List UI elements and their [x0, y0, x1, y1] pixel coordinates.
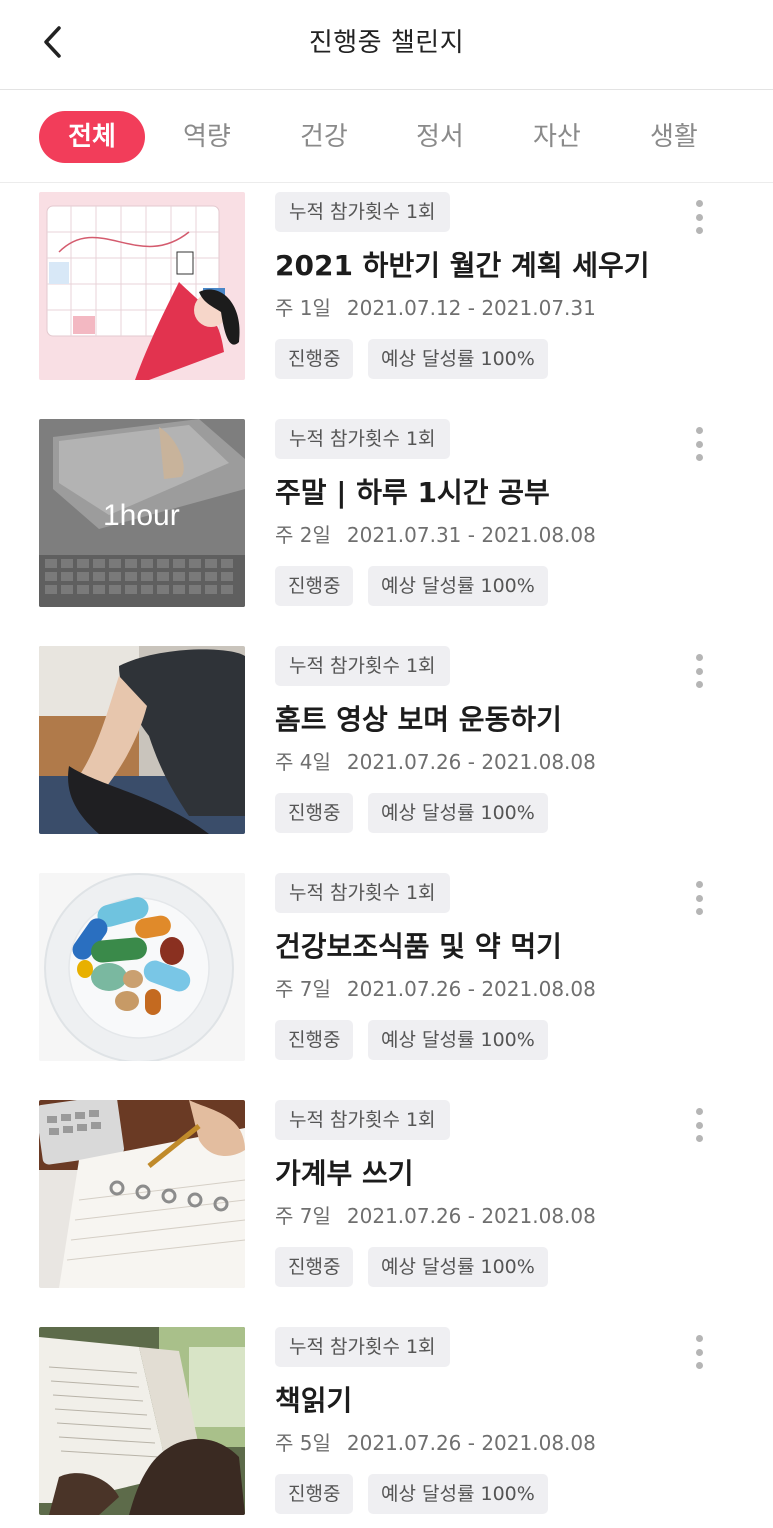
status-badge: 진행중 — [275, 1247, 354, 1287]
category-tabs: 전체 역량 건강 정서 자산 생활 — [0, 91, 773, 183]
achievement-rate-badge: 예상 달성률 100% — [368, 339, 548, 379]
more-vertical-icon — [695, 654, 703, 661]
tab-life[interactable]: 생활 — [650, 111, 698, 163]
tab-health[interactable]: 건강 — [300, 111, 348, 163]
tab-assets[interactable]: 자산 — [533, 111, 581, 163]
challenge-meta: 주 2일 2021.07.31 - 2021.08.08 — [275, 519, 596, 548]
more-vertical-icon — [695, 200, 703, 207]
challenge-frequency: 주 1일 — [275, 296, 331, 320]
participation-count-badge: 누적 참가횟수 1회 — [275, 646, 450, 686]
challenge-thumbnail-ledger — [39, 1100, 245, 1288]
participation-count-badge: 누적 참가횟수 1회 — [275, 1327, 450, 1367]
challenge-title: 책읽기 — [275, 1384, 353, 1417]
challenge-thumbnail-study: 1hour — [39, 419, 245, 607]
achievement-rate-badge: 예상 달성률 100% — [368, 793, 548, 833]
challenge-thumbnail-pills — [39, 873, 245, 1061]
more-options-button[interactable] — [684, 1106, 714, 1144]
challenge-meta: 주 1일 2021.07.12 - 2021.07.31 — [275, 292, 596, 321]
challenge-meta: 주 4일 2021.07.26 - 2021.08.08 — [275, 746, 596, 775]
achievement-rate-badge: 예상 달성률 100% — [368, 1474, 548, 1514]
challenge-thumbnail-calendar — [39, 192, 245, 380]
challenge-frequency: 주 7일 — [275, 1204, 331, 1228]
page-title: 진행중 챌린지 — [308, 28, 465, 58]
challenge-period: 2021.07.26 - 2021.08.08 — [346, 1431, 596, 1455]
more-options-button[interactable] — [684, 198, 714, 236]
status-badge: 진행중 — [275, 793, 354, 833]
challenge-card[interactable]: 누적 참가횟수 1회 가계부 쓰기 주 7일 2021.07.26 - 2021.… — [0, 1092, 773, 1319]
challenge-thumbnail-reading — [39, 1327, 245, 1515]
challenge-period: 2021.07.26 - 2021.08.08 — [346, 1204, 596, 1228]
participation-count-badge: 누적 참가횟수 1회 — [275, 873, 450, 913]
challenge-frequency: 주 7일 — [275, 977, 331, 1001]
challenge-period: 2021.07.26 - 2021.08.08 — [346, 977, 596, 1001]
status-badge: 진행중 — [275, 566, 354, 606]
more-options-button[interactable] — [684, 1333, 714, 1371]
more-vertical-icon — [695, 427, 703, 434]
more-vertical-icon — [695, 881, 703, 888]
challenge-card[interactable]: 누적 참가횟수 1회 책읽기 주 5일 2021.07.26 - 2021.08.… — [0, 1319, 773, 1528]
challenge-card[interactable]: 누적 참가횟수 1회 건강보조식품 및 약 먹기 주 7일 2021.07.26 … — [0, 865, 773, 1092]
challenge-card[interactable]: 누적 참가횟수 1회 홈트 영상 보며 운동하기 주 4일 2021.07.26 … — [0, 638, 773, 865]
participation-count-badge: 누적 참가횟수 1회 — [275, 1100, 450, 1140]
challenge-frequency: 주 2일 — [275, 523, 331, 547]
challenge-title: 가계부 쓰기 — [275, 1157, 414, 1190]
challenge-thumbnail-workout — [39, 646, 245, 834]
challenge-title: 홈트 영상 보며 운동하기 — [275, 703, 562, 736]
challenge-title: 건강보조식품 및 약 먹기 — [275, 930, 562, 963]
achievement-rate-badge: 예상 달성률 100% — [368, 566, 548, 606]
achievement-rate-badge: 예상 달성률 100% — [368, 1247, 548, 1287]
more-options-button[interactable] — [684, 425, 714, 463]
challenge-title: 2021 하반기 월간 계획 세우기 — [275, 249, 650, 282]
status-badge: 진행중 — [275, 1020, 354, 1060]
more-vertical-icon — [695, 1108, 703, 1115]
challenge-title: 주말 | 하루 1시간 공부 — [275, 476, 550, 509]
tab-emotion[interactable]: 정서 — [416, 111, 464, 163]
challenge-card[interactable]: 누적 참가횟수 1회 2021 하반기 월간 계획 세우기 주 1일 2021.0… — [0, 184, 773, 411]
status-badge: 진행중 — [275, 1474, 354, 1514]
more-options-button[interactable] — [684, 652, 714, 690]
challenge-frequency: 주 5일 — [275, 1431, 331, 1455]
app-header: 진행중 챌린지 — [0, 0, 773, 90]
challenge-period: 2021.07.26 - 2021.08.08 — [346, 750, 596, 774]
participation-count-badge: 누적 참가횟수 1회 — [275, 419, 450, 459]
tab-competency[interactable]: 역량 — [183, 111, 231, 163]
challenge-frequency: 주 4일 — [275, 750, 331, 774]
challenge-card[interactable]: 1hour 누적 참가횟수 1회 주말 | 하루 1시간 공부 주 2일 2021… — [0, 411, 773, 638]
participation-count-badge: 누적 참가횟수 1회 — [275, 192, 450, 232]
status-badge: 진행중 — [275, 339, 354, 379]
challenge-meta: 주 7일 2021.07.26 - 2021.08.08 — [275, 1200, 596, 1229]
tab-all[interactable]: 전체 — [39, 111, 145, 163]
challenge-meta: 주 7일 2021.07.26 - 2021.08.08 — [275, 973, 596, 1002]
achievement-rate-badge: 예상 달성률 100% — [368, 1020, 548, 1060]
more-options-button[interactable] — [684, 879, 714, 917]
more-vertical-icon — [695, 1335, 703, 1342]
challenge-period: 2021.07.12 - 2021.07.31 — [346, 296, 596, 320]
challenge-meta: 주 5일 2021.07.26 - 2021.08.08 — [275, 1427, 596, 1456]
challenge-period: 2021.07.31 - 2021.08.08 — [346, 523, 596, 547]
thumbnail-caption: 1hour — [103, 499, 180, 532]
